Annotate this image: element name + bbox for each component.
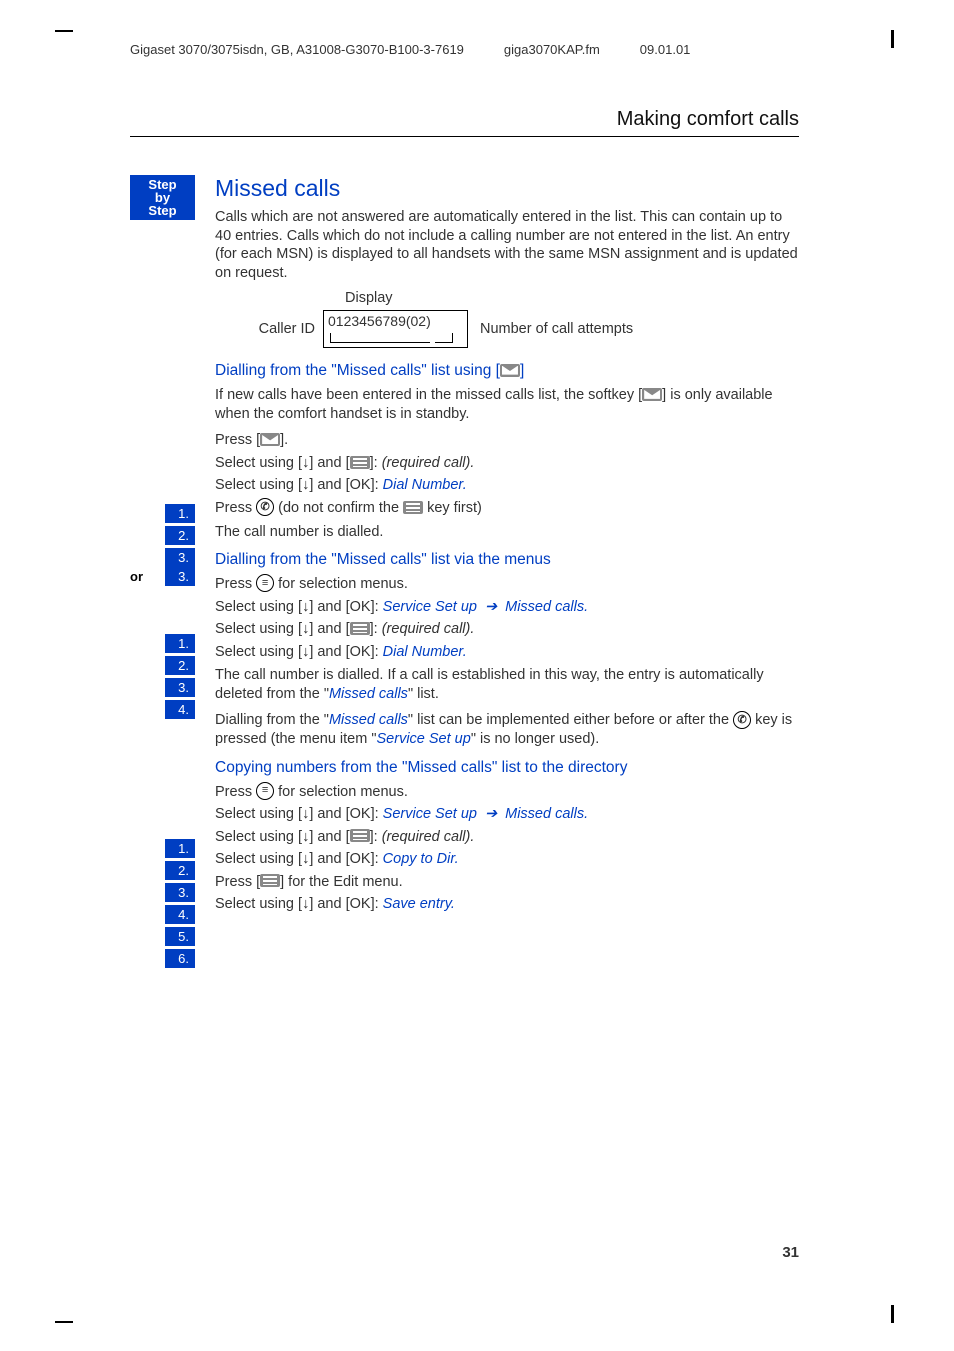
step-number: 3. bbox=[165, 678, 195, 697]
bracket-icon bbox=[435, 333, 453, 343]
arrow-right-icon: ➔ bbox=[485, 806, 497, 822]
list-icon bbox=[350, 622, 370, 635]
step-text: Select using [↓] and []: (required call)… bbox=[215, 454, 799, 474]
main-content: Missed calls Calls which are not answere… bbox=[215, 175, 799, 918]
menu-key-icon: ≡ bbox=[256, 574, 274, 592]
step-text: Press ✆ (do not confirm the key first) bbox=[215, 499, 799, 519]
step-by-step-badge: Step by Step bbox=[130, 175, 195, 220]
subheading: Dialling from the "Missed calls" list us… bbox=[215, 362, 799, 380]
page-title: Making comfort calls bbox=[617, 108, 799, 131]
badge-line: Step bbox=[132, 204, 193, 217]
display-diagram: Display Caller ID 0123456789(02) Number … bbox=[255, 290, 799, 348]
step-text: Press ≡ for selection menus. bbox=[215, 783, 799, 803]
intro-text: Calls which are not answered are automat… bbox=[215, 208, 799, 282]
crop-mark bbox=[55, 30, 73, 32]
step-text: Select using [↓] and [OK]: Dial Number. bbox=[215, 476, 799, 496]
step-number: 3. bbox=[165, 883, 195, 902]
list-icon bbox=[350, 829, 370, 842]
crop-mark bbox=[55, 1321, 73, 1323]
arrow-right-icon: ➔ bbox=[485, 599, 497, 615]
step-text: Select using [↓] and [OK]: Save entry. bbox=[215, 895, 799, 915]
doc-id: Gigaset 3070/3075isdn, GB, A31008-G3070-… bbox=[130, 42, 464, 57]
step-number: 1. bbox=[165, 504, 195, 523]
step-text: Select using [↓] and []: (required call)… bbox=[215, 620, 799, 640]
page-number: 31 bbox=[782, 1244, 799, 1261]
list-icon bbox=[403, 501, 423, 514]
step-column: Step by Step 1. 2. 3. or 3. 1. 2. 3. 4. … bbox=[130, 175, 195, 968]
crop-mark bbox=[891, 30, 894, 48]
running-header: Gigaset 3070/3075isdn, GB, A31008-G3070-… bbox=[130, 42, 799, 57]
step-number: 3. bbox=[165, 567, 195, 586]
mail-icon bbox=[642, 388, 662, 401]
step-number: 1. bbox=[165, 634, 195, 653]
crop-mark bbox=[891, 1305, 894, 1323]
mail-icon bbox=[260, 433, 280, 446]
step-number: 3. bbox=[165, 548, 195, 567]
attempts-label: Number of call attempts bbox=[480, 321, 633, 337]
step-text: Press []. bbox=[215, 431, 799, 451]
handset-key-icon: ✆ bbox=[733, 711, 751, 729]
step-number: 4. bbox=[165, 700, 195, 719]
file-name: giga3070KAP.fm bbox=[504, 42, 600, 57]
menu-key-icon: ≡ bbox=[256, 782, 274, 800]
display-code: 0123456789(02) bbox=[328, 313, 431, 329]
bracket-icon bbox=[330, 333, 430, 343]
step-text: Select using [↓] and []: (required call)… bbox=[215, 828, 799, 848]
body-text: If new calls have been entered in the mi… bbox=[215, 386, 799, 423]
step-number: 2. bbox=[165, 656, 195, 675]
list-icon bbox=[350, 456, 370, 469]
step-number: 1. bbox=[165, 839, 195, 858]
section-heading: Missed calls bbox=[215, 175, 799, 202]
or-label: or bbox=[130, 569, 143, 584]
subheading: Dialling from the "Missed calls" list vi… bbox=[215, 551, 799, 569]
step-text: Select using [↓] and [OK]: Copy to Dir. bbox=[215, 850, 799, 870]
step-text: Press ≡ for selection menus. bbox=[215, 575, 799, 595]
file-date: 09.01.01 bbox=[640, 42, 691, 57]
step-number: 4. bbox=[165, 905, 195, 924]
display-label: Display bbox=[345, 290, 799, 306]
subheading: Copying numbers from the "Missed calls" … bbox=[215, 759, 799, 777]
result-text: The call number is dialled. bbox=[215, 523, 799, 542]
display-box: 0123456789(02) bbox=[323, 310, 468, 348]
step-text: Select using [↓] and [OK]: Service Set u… bbox=[215, 598, 799, 618]
body-text: Dialling from the "Missed calls" list ca… bbox=[215, 711, 799, 748]
handset-key-icon: ✆ bbox=[256, 498, 274, 516]
list-icon bbox=[260, 874, 280, 887]
step-number: 2. bbox=[165, 861, 195, 880]
step-text: Select using [↓] and [OK]: Service Set u… bbox=[215, 805, 799, 825]
step-number: 6. bbox=[165, 949, 195, 968]
caller-id-label: Caller ID bbox=[255, 321, 315, 337]
step-number: 2. bbox=[165, 526, 195, 545]
step-text: Select using [↓] and [OK]: Dial Number. bbox=[215, 643, 799, 663]
step-number: 5. bbox=[165, 927, 195, 946]
step-text: Press [] for the Edit menu. bbox=[215, 873, 799, 893]
body-text: The call number is dialled. If a call is… bbox=[215, 666, 799, 703]
mail-icon bbox=[500, 364, 520, 377]
divider bbox=[130, 136, 799, 137]
